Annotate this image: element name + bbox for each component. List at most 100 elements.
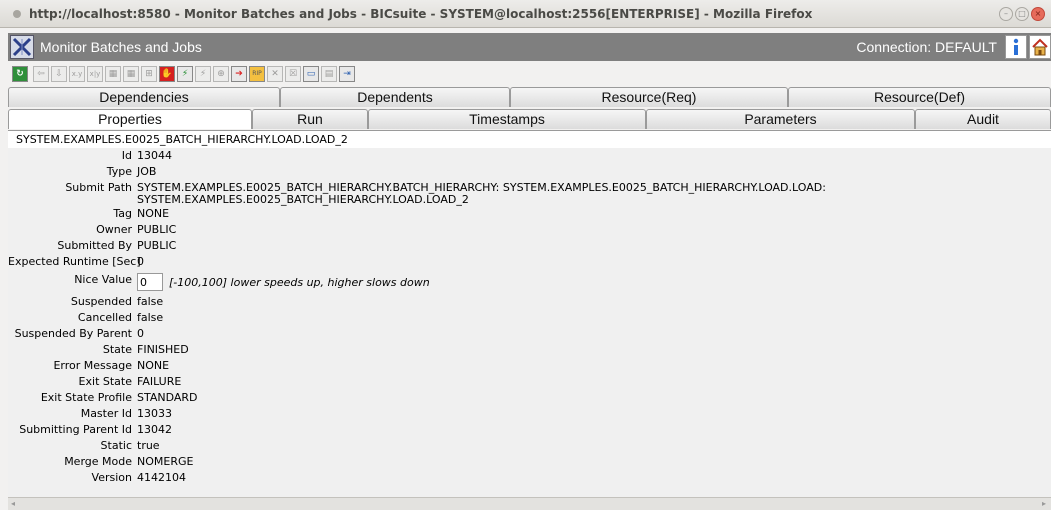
- suspended-by-parent-label: Suspended By Parent: [14, 327, 132, 340]
- tab-audit[interactable]: Audit: [915, 109, 1051, 129]
- tab-resource-req[interactable]: Resource(Req): [510, 87, 788, 107]
- cancelled-value: false: [137, 311, 164, 324]
- state-value: FINISHED: [137, 343, 189, 356]
- x-y-icon[interactable]: x|y: [87, 66, 103, 82]
- info-icon[interactable]: [1005, 35, 1027, 59]
- submitting-parent-id-label: Submitting Parent Id: [19, 423, 132, 436]
- id-label: Id: [121, 149, 132, 162]
- back-icon[interactable]: ⇦: [33, 66, 49, 82]
- id-value: 13044: [137, 149, 172, 162]
- row-type: Type JOB: [8, 164, 1051, 180]
- rip-icon[interactable]: RIP: [249, 66, 265, 82]
- row-nice-value: Nice Value [-100,100] lower speeds up, h…: [8, 270, 1051, 294]
- scroll-left-icon[interactable]: ◂: [11, 500, 17, 508]
- maximize-icon[interactable]: □: [1015, 6, 1029, 21]
- target-icon[interactable]: ⊕: [213, 66, 229, 82]
- static-label: Static: [100, 439, 132, 452]
- row-static: Static true: [8, 438, 1051, 454]
- close-icon[interactable]: ✕: [267, 66, 283, 82]
- version-value: 4142104: [137, 471, 186, 484]
- exit-state-label: Exit State: [78, 375, 132, 388]
- app-header: Monitor Batches and Jobs Connection: DEF…: [8, 33, 1051, 61]
- row-expected-runtime: Expected Runtime [Sec] 0: [8, 254, 1051, 270]
- tab-row-2: Properties Run Timestamps Parameters Aud…: [8, 109, 1051, 129]
- cancelled-label: Cancelled: [77, 311, 132, 324]
- master-id-value: 13033: [137, 407, 172, 420]
- tab-row-1: Dependencies Dependents Resource(Req) Re…: [8, 87, 1051, 107]
- row-submitted-by: Submitted By PUBLIC: [8, 238, 1051, 254]
- row-owner: Owner PUBLIC: [8, 222, 1051, 238]
- save-icon[interactable]: ▤: [321, 66, 337, 82]
- row-tag: Tag NONE: [8, 206, 1051, 222]
- horizontal-scrollbar[interactable]: ◂ ▸: [8, 497, 1051, 510]
- close-all-icon[interactable]: ☒: [285, 66, 301, 82]
- submitted-by-label: Submitted By: [57, 239, 132, 252]
- expected-runtime-value: 0: [137, 255, 144, 268]
- window-controls: – □ ×: [999, 6, 1045, 21]
- window-menu-icon[interactable]: [13, 9, 21, 18]
- tab-timestamps[interactable]: Timestamps: [368, 109, 646, 129]
- x-y-icon[interactable]: x.y: [69, 66, 85, 82]
- download-icon[interactable]: ⇩: [51, 66, 67, 82]
- tag-value: NONE: [137, 207, 170, 220]
- type-label: Type: [106, 165, 132, 178]
- state-label: State: [102, 343, 132, 356]
- tag-label: Tag: [113, 207, 132, 220]
- scroll-right-icon[interactable]: ▸: [1042, 500, 1048, 508]
- tab-properties[interactable]: Properties: [8, 109, 252, 129]
- exit-state-profile-label: Exit State Profile: [40, 391, 132, 404]
- submit-path-line-2: SYSTEM.EXAMPLES.E0025_BATCH_HIERARCHY.LO…: [137, 193, 469, 206]
- row-master-id: Master Id 13033: [8, 406, 1051, 422]
- merge-mode-label: Merge Mode: [64, 455, 132, 468]
- arrow-right-icon[interactable]: ➔: [231, 66, 247, 82]
- row-cancelled: Cancelled false: [8, 310, 1051, 326]
- tab-parameters[interactable]: Parameters: [646, 109, 915, 129]
- tab-run[interactable]: Run: [252, 109, 368, 129]
- row-state: State FINISHED: [8, 342, 1051, 358]
- nice-value-hint: [-100,100] lower speeds up, higher slows…: [169, 275, 430, 289]
- grid-icon[interactable]: ▦: [105, 66, 121, 82]
- nice-value-input[interactable]: [137, 273, 163, 291]
- submit-path-value: SYSTEM.EXAMPLES.E0025_BATCH_HIERARCHY.BA…: [137, 180, 1051, 206]
- minimize-icon[interactable]: –: [999, 6, 1013, 21]
- comment-icon[interactable]: ▭: [303, 66, 319, 82]
- row-exit-state-profile: Exit State Profile STANDARD: [8, 390, 1051, 406]
- browser-titlebar: http://localhost:8580 - Monitor Batches …: [0, 0, 1051, 28]
- exit-state-profile-value: STANDARD: [137, 391, 198, 404]
- properties-panel: SYSTEM.EXAMPLES.E0025_BATCH_HIERARCHY.LO…: [8, 130, 1051, 502]
- connection-label: Connection: DEFAULT: [856, 39, 997, 55]
- refresh-icon[interactable]: ↻: [12, 66, 28, 82]
- suspended-by-parent-value: 0: [137, 327, 144, 340]
- version-label: Version: [91, 471, 132, 484]
- row-suspended: Suspended false: [8, 294, 1051, 310]
- job-path-heading: SYSTEM.EXAMPLES.E0025_BATCH_HIERARCHY.LO…: [16, 133, 348, 146]
- window-title: http://localhost:8580 - Monitor Batches …: [29, 6, 813, 21]
- submitting-parent-id-value: 13042: [137, 423, 172, 436]
- error-message-value: NONE: [137, 359, 170, 372]
- row-error-message: Error Message NONE: [8, 358, 1051, 374]
- tab-dependents[interactable]: Dependents: [280, 87, 510, 107]
- submit-path-label: Submit Path: [65, 181, 132, 194]
- row-merge-mode: Merge Mode NOMERGE: [8, 454, 1051, 470]
- expected-runtime-label: Expected Runtime [Sec]: [8, 255, 141, 268]
- grid-icon[interactable]: ⊞: [141, 66, 157, 82]
- row-id: Id 13044: [8, 148, 1051, 164]
- run-disabled-icon[interactable]: ⚡: [195, 66, 211, 82]
- close-window-icon[interactable]: ×: [1031, 6, 1045, 21]
- exit-icon[interactable]: ⇥: [339, 66, 355, 82]
- tab-dependencies[interactable]: Dependencies: [8, 87, 280, 107]
- row-exit-state: Exit State FAILURE: [8, 374, 1051, 390]
- grid-icon[interactable]: ▦: [123, 66, 139, 82]
- home-icon[interactable]: [1029, 35, 1051, 59]
- toolbar: ↻ ⇦ ⇩ x.y x|y ▦ ▦ ⊞ ✋ ⚡ ⚡ ⊕ ➔ RIP ✕ ☒ ▭ …: [8, 63, 1051, 85]
- nice-value-label: Nice Value: [74, 273, 132, 286]
- merge-mode-value: NOMERGE: [137, 455, 194, 468]
- owner-label: Owner: [96, 223, 132, 236]
- tab-resource-def[interactable]: Resource(Def): [788, 87, 1051, 107]
- row-submitting-parent-id: Submitting Parent Id 13042: [8, 422, 1051, 438]
- app-logo-icon: [10, 35, 34, 59]
- run-icon[interactable]: ⚡: [177, 66, 193, 82]
- exit-state-value: FAILURE: [137, 375, 182, 388]
- stop-hand-icon[interactable]: ✋: [159, 66, 175, 82]
- submitted-by-value: PUBLIC: [137, 239, 177, 252]
